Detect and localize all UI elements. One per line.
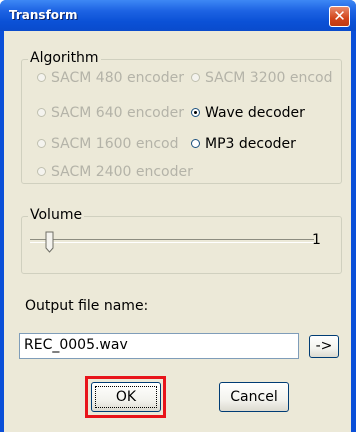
radio-button[interactable]	[191, 73, 200, 82]
output-file-label: Output file name:	[25, 298, 149, 314]
radio-button-selected[interactable]	[191, 108, 200, 117]
radio-label: MP3 decoder	[205, 136, 296, 152]
ok-highlight-annotation	[85, 376, 166, 418]
radio-button[interactable]	[191, 139, 200, 148]
algorithm-legend: Algorithm	[28, 50, 101, 66]
volume-slider-track[interactable]	[30, 239, 314, 243]
output-file-input[interactable]: REC_0005.wav	[19, 333, 299, 359]
volume-slider-thumb[interactable]	[45, 231, 54, 253]
radio-button[interactable]	[37, 108, 46, 117]
volume-value: 1	[312, 232, 321, 248]
window-title: Transform	[9, 8, 78, 22]
radio-label: SACM 1600 encod	[51, 136, 179, 152]
close-button[interactable]: ✕	[329, 6, 350, 27]
radio-label: SACM 480 encoder	[51, 70, 184, 86]
volume-group: Volume	[21, 207, 342, 274]
close-icon: ✕	[333, 7, 346, 25]
radio-label: SACM 2400 encoder	[51, 164, 193, 180]
radio-label: SACM 640 encoder	[51, 105, 184, 121]
radio-button[interactable]	[37, 167, 46, 176]
radio-label: Wave decoder	[205, 105, 305, 121]
radio-button[interactable]	[37, 139, 46, 148]
radio-label: SACM 3200 encod	[205, 70, 333, 86]
cancel-button[interactable]: Cancel	[219, 382, 289, 412]
browse-button[interactable]: ->	[309, 335, 339, 358]
title-bar[interactable]: Transform ✕	[0, 0, 356, 31]
radio-button[interactable]	[37, 73, 46, 82]
volume-legend: Volume	[28, 207, 85, 223]
